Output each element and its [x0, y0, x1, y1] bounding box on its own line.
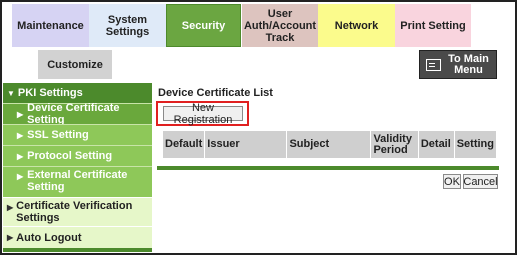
to-main-menu-button[interactable]: To Main Menu: [419, 50, 497, 79]
sidebar: ▼ PKI Settings ▶ Device Certificate Sett…: [3, 83, 152, 252]
sidebar-item-label: Auto Logout: [16, 231, 82, 244]
ok-button[interactable]: OK: [443, 174, 461, 189]
sidebar-item-label: SSL Setting: [27, 129, 89, 141]
sidebar-item-ssl-setting[interactable]: ▶ SSL Setting: [3, 124, 152, 145]
sidebar-item-label: Certificate Verification Settings: [16, 200, 133, 224]
menu-screen-icon: [426, 58, 441, 71]
triangle-right-icon: ▶: [7, 232, 14, 242]
page-title: Device Certificate List: [158, 87, 273, 99]
triangle-right-icon: ▶: [17, 151, 24, 161]
tab-security[interactable]: Security: [166, 4, 241, 47]
to-main-menu-label: To Main Menu: [448, 52, 489, 76]
tab-system-settings[interactable]: System Settings: [89, 4, 166, 47]
new-registration-button[interactable]: New Registration: [163, 102, 243, 126]
tab-user-auth-account-track[interactable]: User Auth/Account Track: [242, 4, 318, 47]
tab-customize[interactable]: Customize: [38, 50, 112, 79]
triangle-right-icon: ▶: [7, 203, 14, 212]
cancel-button[interactable]: Cancel: [463, 174, 498, 189]
sidebar-item-label: External Certificate Setting: [27, 169, 128, 193]
column-header-default: Default: [161, 130, 206, 159]
tab-maintenance[interactable]: Maintenance: [12, 4, 89, 47]
triangle-down-icon: ▼: [7, 88, 15, 98]
tab-network[interactable]: Network: [318, 4, 395, 47]
column-header-issuer: Issuer: [204, 130, 288, 159]
sidebar-item-external-certificate-setting[interactable]: ▶ External Certificate Setting: [3, 166, 152, 197]
triangle-right-icon: ▶: [17, 109, 24, 119]
sidebar-header-label: PKI Settings: [17, 87, 83, 99]
column-header-subject: Subject: [286, 130, 372, 159]
sidebar-item-label: Device Certificate Setting: [27, 102, 120, 126]
triangle-right-icon: ▶: [17, 130, 24, 140]
table-header-row: Default Issuer Subject Validity Period D…: [161, 130, 498, 159]
sidebar-item-device-certificate-setting[interactable]: ▶ Device Certificate Setting: [3, 102, 152, 126]
column-header-setting: Setting: [453, 130, 498, 159]
tab-print-setting[interactable]: Print Setting: [395, 4, 471, 47]
sidebar-bottom-bar: [3, 248, 152, 252]
sidebar-item-protocol-setting[interactable]: ▶ Protocol Setting: [3, 145, 152, 166]
column-header-validity-period: Validity Period: [370, 130, 419, 159]
sidebar-item-certificate-verification-settings[interactable]: ▶ Certificate Verification Settings: [3, 197, 152, 226]
triangle-right-icon: ▶: [17, 172, 24, 181]
sidebar-item-auto-logout[interactable]: ▶ Auto Logout: [3, 226, 152, 248]
device-certificate-table: Default Issuer Subject Validity Period D…: [161, 130, 498, 159]
sidebar-item-label: Protocol Setting: [27, 150, 113, 162]
sidebar-header-pki-settings[interactable]: ▼ PKI Settings: [3, 83, 152, 103]
content-divider: [157, 166, 499, 170]
column-header-detail: Detail: [417, 130, 455, 159]
